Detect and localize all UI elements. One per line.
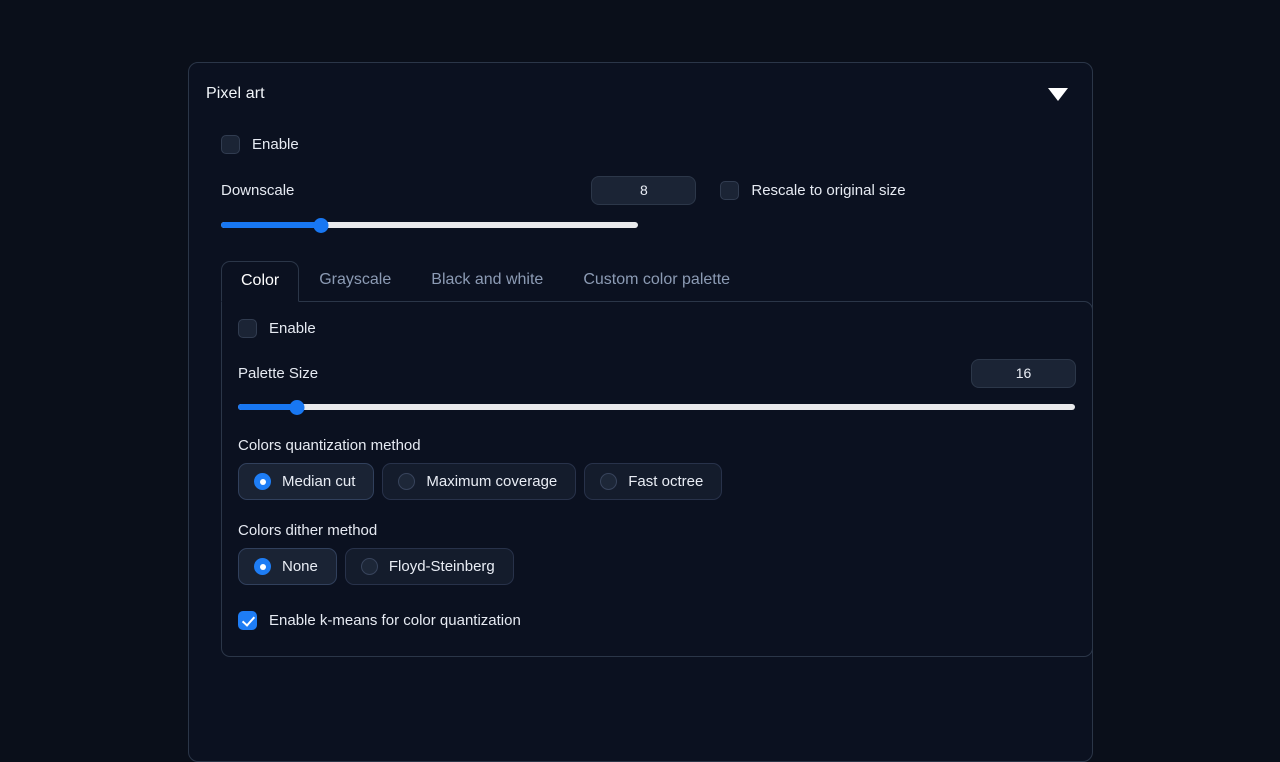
dither-option-floyd-steinberg[interactable]: Floyd-Steinberg bbox=[344, 548, 514, 585]
palette-size-value-input[interactable]: 16 bbox=[971, 359, 1076, 388]
enable-color-row[interactable]: Enable bbox=[238, 319, 1076, 338]
radio-icon[interactable] bbox=[398, 473, 416, 490]
tabstrip: Color Grayscale Black and white Custom c… bbox=[221, 260, 1076, 302]
tab-color[interactable]: Color bbox=[221, 261, 300, 302]
color-tab-panel: Enable Palette Size 16 Colors quantizati… bbox=[221, 301, 1093, 657]
dither-option-label: Floyd-Steinberg bbox=[388, 558, 495, 575]
downscale-row: Downscale 8 Rescale to original size bbox=[221, 176, 1076, 205]
pixel-art-panel: Pixel art Enable Downscale 8 Rescale to … bbox=[188, 62, 1093, 762]
enable-color-checkbox[interactable] bbox=[238, 319, 257, 338]
radio-icon[interactable] bbox=[360, 558, 378, 575]
quantization-option-label: Fast octree bbox=[628, 473, 704, 490]
panel-header[interactable]: Pixel art bbox=[205, 63, 1076, 125]
downscale-slider-fill bbox=[221, 222, 322, 228]
radio-icon[interactable] bbox=[254, 558, 271, 575]
palette-size-slider-fill bbox=[238, 404, 297, 410]
quantization-option-label: Median cut bbox=[282, 473, 356, 490]
quantization-method-group: Median cut Maximum coverage Fast octree bbox=[238, 463, 1076, 500]
palette-size-row: Palette Size 16 bbox=[238, 359, 1076, 388]
downscale-label: Downscale bbox=[221, 182, 295, 199]
quantization-option-label: Maximum coverage bbox=[426, 473, 558, 490]
downscale-slider-thumb[interactable] bbox=[313, 218, 329, 233]
downscale-slider[interactable] bbox=[221, 217, 638, 233]
rescale-row[interactable]: Rescale to original size bbox=[720, 181, 906, 200]
page-title: Pixel art bbox=[206, 85, 265, 102]
radio-icon[interactable] bbox=[254, 473, 271, 490]
enable-color-label: Enable bbox=[269, 320, 316, 337]
tab-grayscale[interactable]: Grayscale bbox=[299, 260, 411, 301]
downscale-value-input[interactable]: 8 bbox=[591, 176, 697, 205]
tab-black-and-white[interactable]: Black and white bbox=[411, 260, 563, 301]
dither-method-label: Colors dither method bbox=[238, 522, 378, 539]
kmeans-checkbox[interactable] bbox=[238, 611, 257, 630]
kmeans-label: Enable k-means for color quantization bbox=[269, 612, 521, 629]
caret-down-icon[interactable] bbox=[1048, 87, 1068, 101]
enable-pixel-art-row[interactable]: Enable bbox=[221, 135, 1076, 154]
quantization-option-fast-octree[interactable]: Fast octree bbox=[584, 463, 723, 500]
rescale-label: Rescale to original size bbox=[751, 182, 906, 199]
tab-custom-color-palette[interactable]: Custom color palette bbox=[563, 260, 750, 301]
enable-pixel-art-label: Enable bbox=[252, 136, 299, 153]
dither-method-group: None Floyd-Steinberg bbox=[238, 548, 1076, 585]
color-mode-tabs: Color Grayscale Black and white Custom c… bbox=[221, 260, 1093, 657]
quantization-option-maximum-coverage[interactable]: Maximum coverage bbox=[382, 463, 577, 500]
quantization-method-label: Colors quantization method bbox=[238, 437, 421, 454]
palette-size-slider[interactable] bbox=[238, 399, 1075, 415]
dither-option-none[interactable]: None bbox=[238, 548, 337, 585]
dither-option-label: None bbox=[282, 558, 318, 575]
rescale-checkbox[interactable] bbox=[720, 181, 740, 200]
palette-size-slider-thumb[interactable] bbox=[289, 400, 305, 415]
palette-size-slider-track bbox=[238, 404, 1075, 410]
palette-size-label: Palette Size bbox=[238, 365, 319, 382]
kmeans-row[interactable]: Enable k-means for color quantization bbox=[238, 611, 1076, 630]
quantization-option-median-cut[interactable]: Median cut bbox=[238, 463, 375, 500]
enable-pixel-art-checkbox[interactable] bbox=[221, 135, 240, 154]
radio-icon[interactable] bbox=[600, 473, 618, 490]
